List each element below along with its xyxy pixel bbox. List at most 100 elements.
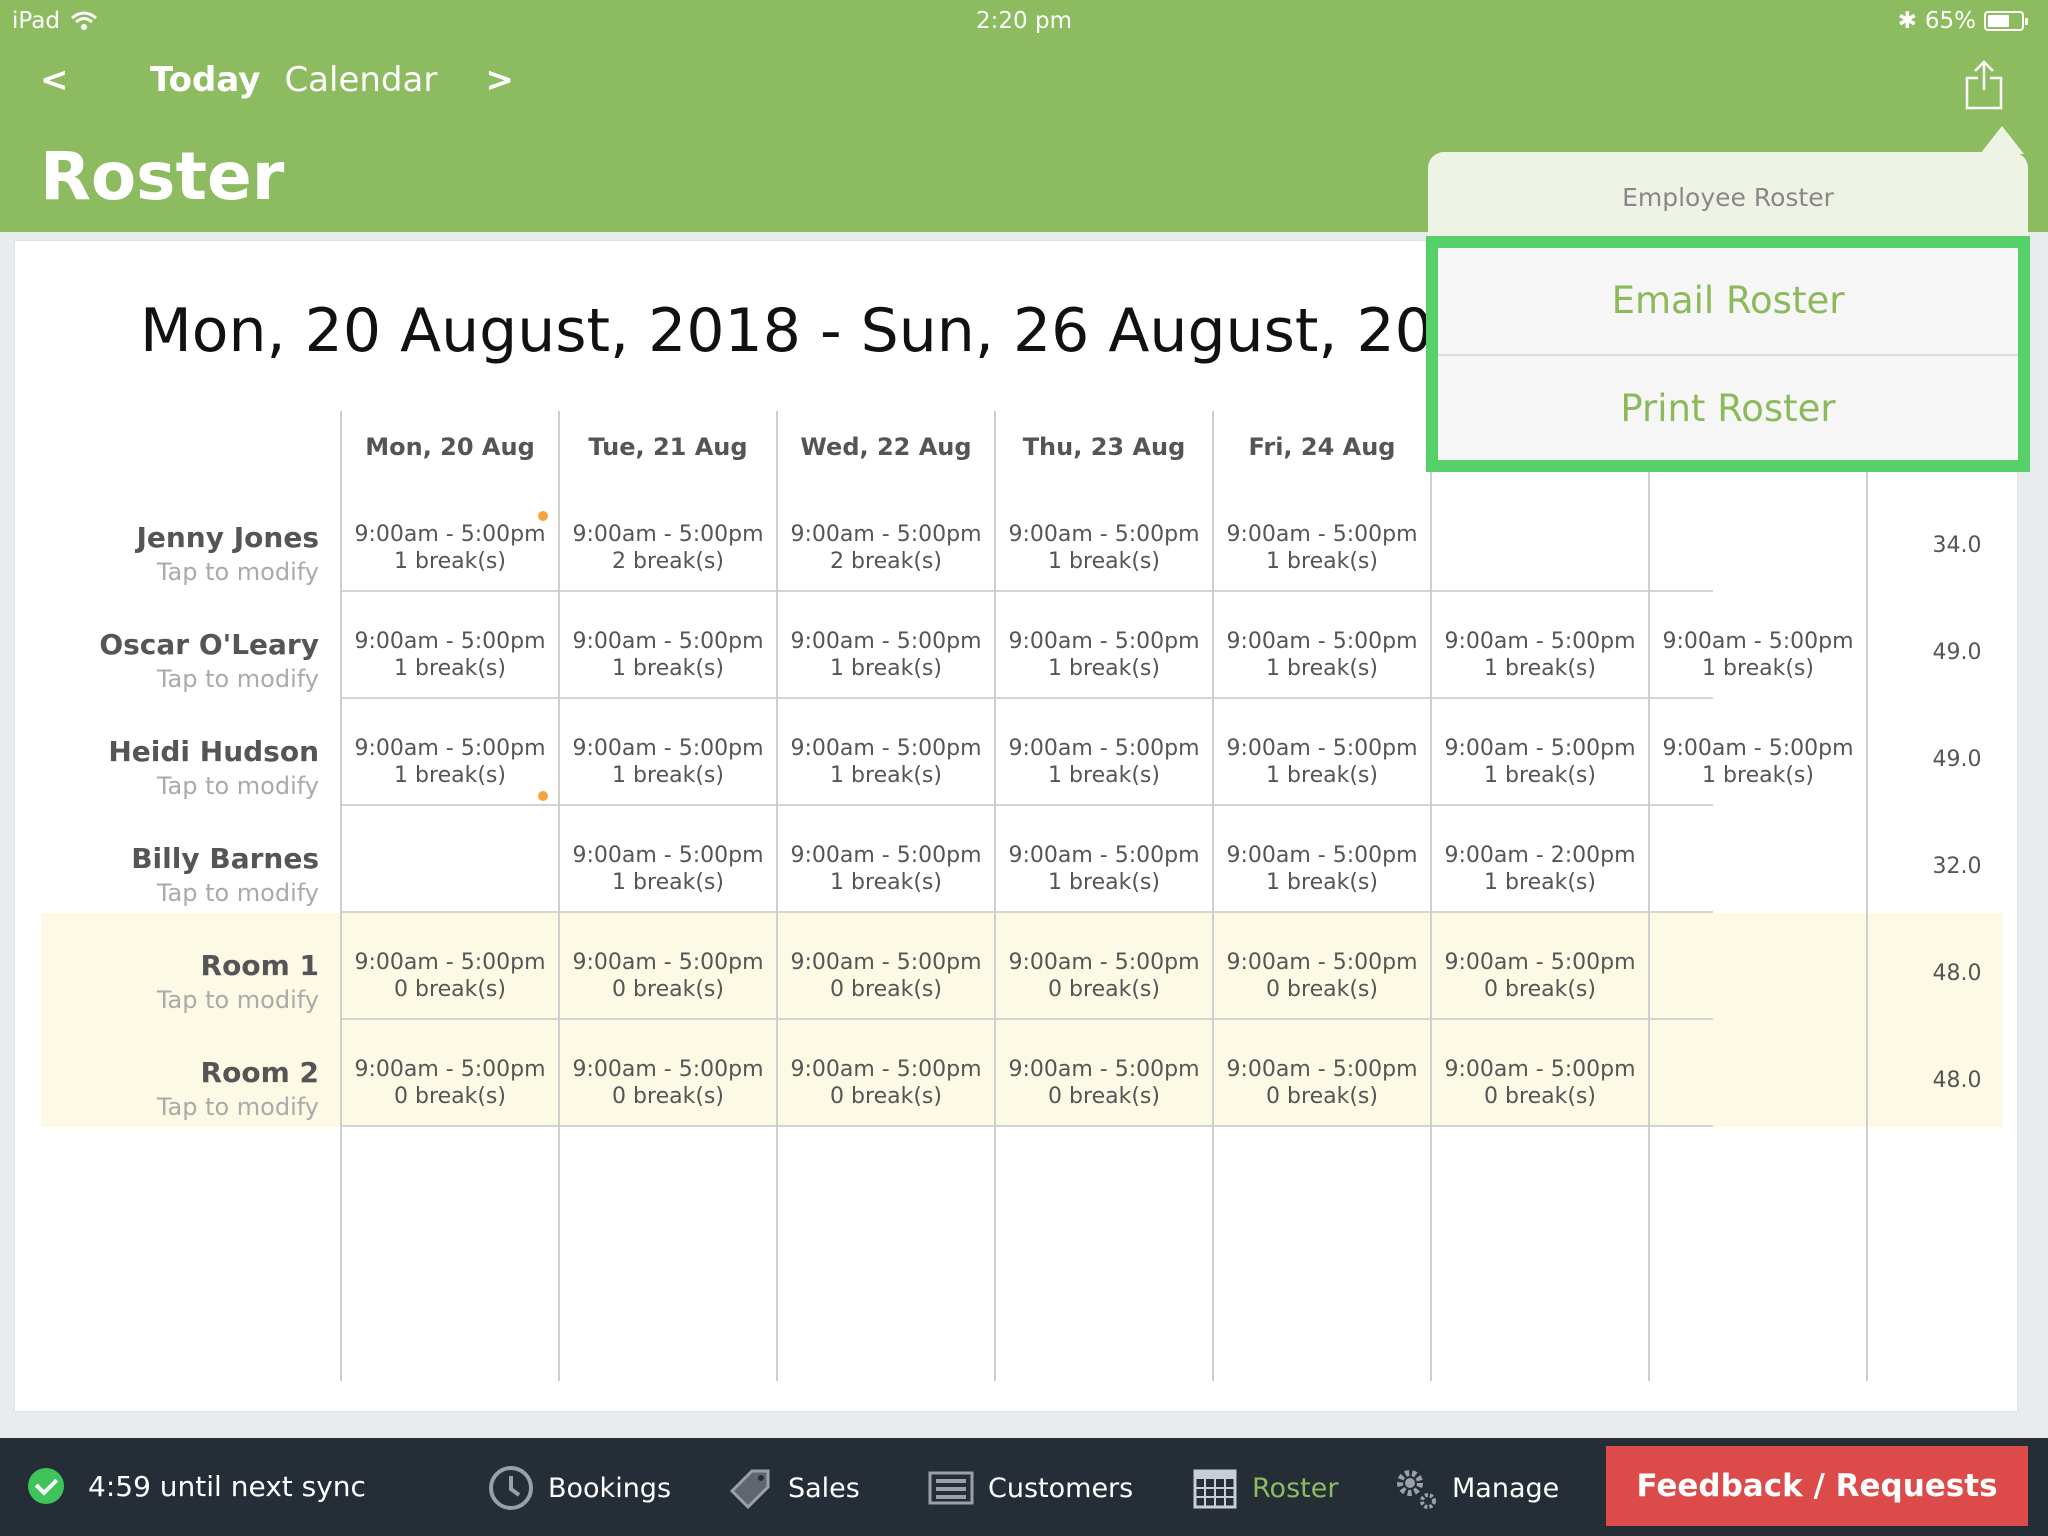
shift-cell[interactable]: 9:00am - 5:00pm 1 break(s) [341,628,559,682]
shift-cell[interactable]: 9:00am - 5:00pm 0 break(s) [995,949,1213,1003]
email-roster-button[interactable]: Email Roster [1438,248,2018,354]
tab-sales[interactable]: Sales [728,1458,860,1518]
shift-time: 9:00am - 5:00pm [790,736,982,761]
battery-percent: 65% [1924,8,1976,34]
shift-time: 9:00am - 5:00pm [790,629,982,654]
employee-name: Room 2 [200,1056,319,1089]
shift-time: 9:00am - 5:00pm [1226,736,1418,761]
shift-breaks: 0 break(s) [612,977,724,1002]
shift-cell[interactable]: 9:00am - 5:00pm 1 break(s) [995,521,1213,575]
employee-row[interactable]: Billy Barnes Tap to modify 9:00am - 5:00pm… [15,806,2019,913]
column-header: Mon, 20 Aug [365,433,535,461]
shift-cell[interactable]: 9:00am - 5:00pm 2 break(s) [559,521,777,575]
shift-cell[interactable]: 9:00am - 5:00pm 1 break(s) [995,842,1213,896]
row-divider [341,804,1713,806]
shift-time: 9:00am - 5:00pm [790,843,982,868]
shift-cell[interactable]: 9:00am - 5:00pm 1 break(s) [995,735,1213,789]
shift-cell[interactable]: 9:00am - 5:00pm 0 break(s) [1431,949,1649,1003]
tab-manage[interactable]: Manage [1392,1458,1559,1518]
employee-row[interactable]: Jenny Jones Tap to modify 9:00am - 5:00pm 1… [15,485,2019,592]
next-week-button[interactable]: > [485,60,514,100]
tab-bookings[interactable]: Bookings [488,1458,671,1518]
shift-cell[interactable]: 9:00am - 2:00pm 1 break(s) [1431,842,1649,896]
shift-breaks: 0 break(s) [1048,1084,1160,1109]
shift-cell[interactable]: 9:00am - 5:00pm 1 break(s) [1649,628,1867,682]
shift-cell[interactable]: 9:00am - 5:00pm 1 break(s) [1213,628,1431,682]
shift-time: 9:00am - 5:00pm [790,522,982,547]
shift-cell[interactable]: 9:00am - 5:00pm 1 break(s) [559,735,777,789]
feedback-requests-button[interactable]: Feedback / Requests [1606,1446,2028,1526]
room-row[interactable]: Room 2 Tap to modify 9:00am - 5:00pm 0 brea… [41,1020,2003,1127]
shift-time: 9:00am - 5:00pm [1008,736,1200,761]
shift-time: 9:00am - 5:00pm [1226,843,1418,868]
shift-breaks: 1 break(s) [1484,763,1596,788]
shift-breaks: 1 break(s) [394,549,506,574]
shift-cell[interactable]: 9:00am - 5:00pm 1 break(s) [777,735,995,789]
shift-cell[interactable]: 9:00am - 5:00pm 1 break(s) [995,628,1213,682]
shift-cell[interactable]: 9:00am - 5:00pm 0 break(s) [1213,949,1431,1003]
today-button[interactable]: Today [150,60,260,100]
row-name-block[interactable]: Room 2 Tap to modify [41,1056,319,1121]
tap-to-modify-hint: Tap to modify [156,772,319,800]
row-name-block[interactable]: Oscar O'Leary Tap to modify [41,628,319,693]
employee-row[interactable]: Heidi Hudson Tap to modify 9:00am - 5:00pm… [15,699,2019,806]
shift-cell[interactable]: 9:00am - 5:00pm 0 break(s) [341,1056,559,1110]
previous-week-button[interactable]: < [40,60,110,100]
shift-breaks: 0 break(s) [394,1084,506,1109]
shift-breaks: 1 break(s) [830,870,942,895]
shift-cell[interactable]: 9:00am - 5:00pm 1 break(s) [777,842,995,896]
grid-divider [1648,411,1650,1381]
shift-indicator-dot [538,511,548,521]
shift-cell[interactable]: 9:00am - 5:00pm 1 break(s) [777,628,995,682]
shift-cell[interactable]: 9:00am - 5:00pm 1 break(s) [1649,735,1867,789]
shift-time: 9:00am - 5:00pm [572,950,764,975]
battery-level [1988,15,2009,27]
shift-cell[interactable]: 9:00am - 5:00pm 2 break(s) [777,521,995,575]
shift-cell[interactable]: 9:00am - 5:00pm 1 break(s) [1431,628,1649,682]
shift-cell[interactable]: 9:00am - 5:00pm 0 break(s) [995,1056,1213,1110]
sync-text: 4:59 until next sync [88,1469,366,1503]
shift-cell[interactable]: 9:00am - 5:00pm 1 break(s) [1213,521,1431,575]
shift-cell[interactable]: 9:00am - 5:00pm 1 break(s) [559,628,777,682]
shift-cell[interactable]: 9:00am - 5:00pm 0 break(s) [1431,1056,1649,1110]
shift-cell[interactable]: 9:00am - 5:00pm 0 break(s) [777,1056,995,1110]
share-icon[interactable] [1964,58,2004,110]
shift-breaks: 0 break(s) [1484,1084,1596,1109]
total-hours: 48.0 [1932,961,1982,986]
shift-time: 9:00am - 5:00pm [572,736,764,761]
shift-cell[interactable]: 9:00am - 5:00pm 1 break(s) [341,735,559,789]
shift-time: 9:00am - 5:00pm [354,629,546,654]
shift-cell[interactable]: 9:00am - 5:00pm 1 break(s) [559,842,777,896]
print-roster-button[interactable]: Print Roster [1438,356,2018,462]
shift-breaks: 1 break(s) [612,870,724,895]
shift-cell[interactable]: 9:00am - 5:00pm 0 break(s) [1213,1056,1431,1110]
column-header: Wed, 22 Aug [800,433,972,461]
tab-roster[interactable]: Roster [1192,1458,1338,1518]
shift-cell[interactable]: 9:00am - 5:00pm 0 break(s) [777,949,995,1003]
tab-customers[interactable]: Customers [928,1458,1133,1518]
shift-cell[interactable]: 9:00am - 5:00pm 0 break(s) [559,1056,777,1110]
row-name-block[interactable]: Heidi Hudson Tap to modify [41,735,319,800]
sync-status: 4:59 until next sync [28,1468,366,1504]
row-name-block[interactable]: Jenny Jones Tap to modify [41,521,319,586]
employee-row[interactable]: Oscar O'Leary Tap to modify 9:00am - 5:00p… [15,592,2019,699]
row-name-block[interactable]: Billy Barnes Tap to modify [41,842,319,907]
room-row[interactable]: Room 1 Tap to modify 9:00am - 5:00pm 0 brea… [41,913,2003,1020]
shift-cell[interactable]: 9:00am - 5:00pm 1 break(s) [1213,842,1431,896]
register-icon [928,1471,974,1505]
shift-cell[interactable]: 9:00am - 5:00pm 1 break(s) [341,521,559,575]
shift-breaks: 2 break(s) [830,549,942,574]
calendar-icon [1193,1469,1237,1509]
total-hours: 49.0 [1932,747,1982,772]
calendar-button[interactable]: Calendar [284,60,437,100]
shift-cell[interactable]: 9:00am - 5:00pm 1 break(s) [1213,735,1431,789]
shift-cell[interactable]: 9:00am - 5:00pm 0 break(s) [559,949,777,1003]
shift-time: 9:00am - 5:00pm [572,1057,764,1082]
shift-cell[interactable]: 9:00am - 5:00pm 1 break(s) [1431,735,1649,789]
shift-breaks: 1 break(s) [1266,763,1378,788]
status-bar: iPad 2:20 pm ✱ 65% [0,0,2048,42]
shift-time: 9:00am - 5:00pm [1444,629,1636,654]
shift-time: 9:00am - 5:00pm [1226,1057,1418,1082]
row-name-block[interactable]: Room 1 Tap to modify [41,949,319,1014]
shift-cell[interactable]: 9:00am - 5:00pm 0 break(s) [341,949,559,1003]
